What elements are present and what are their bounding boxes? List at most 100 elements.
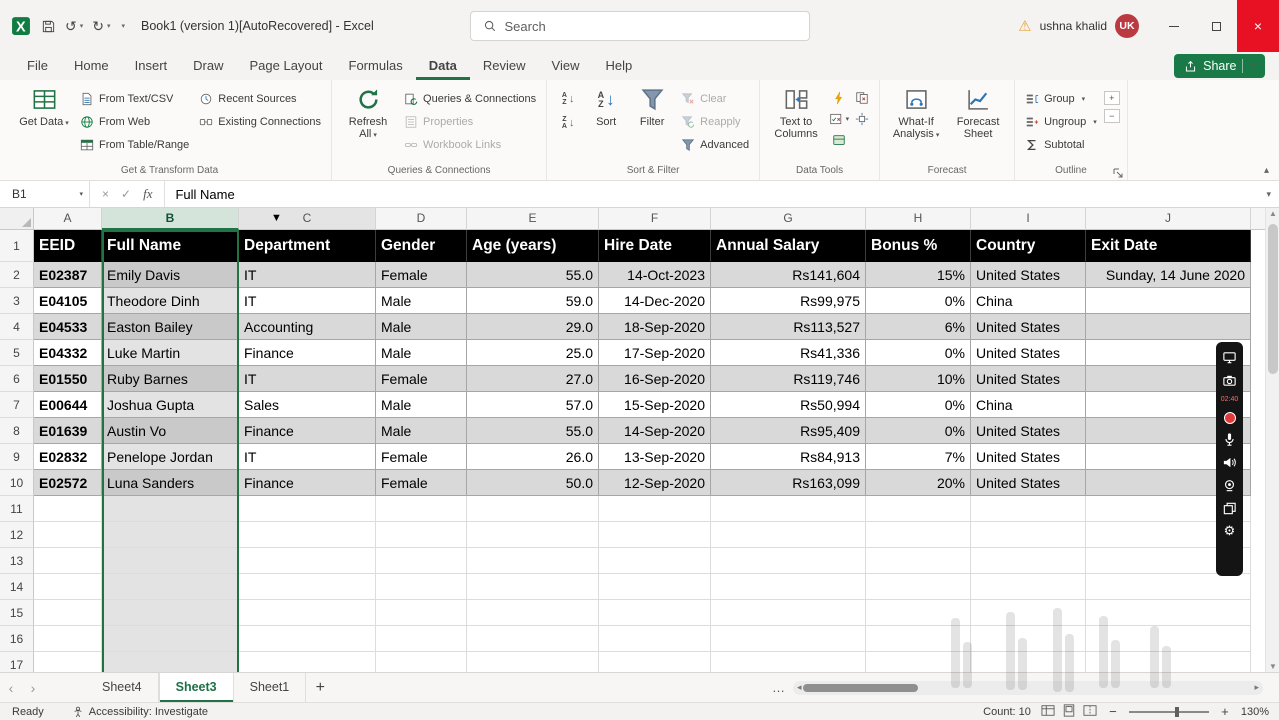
cell-F12[interactable] xyxy=(599,522,711,548)
sheet-tab-sheet1[interactable]: Sheet1 xyxy=(234,673,307,702)
cell-D12[interactable] xyxy=(376,522,467,548)
cell-B4[interactable]: Easton Bailey xyxy=(102,314,239,340)
cell-J4[interactable] xyxy=(1086,314,1251,340)
row-header-11[interactable]: 11 xyxy=(0,496,34,522)
cell-D3[interactable]: Male xyxy=(376,288,467,314)
row-header-5[interactable]: 5 xyxy=(0,340,34,366)
cell-J1[interactable]: Exit Date xyxy=(1086,230,1251,262)
scroll-up-icon[interactable]: ▲ xyxy=(1266,209,1279,218)
cell-A15[interactable] xyxy=(34,600,102,626)
cell-D8[interactable]: Male xyxy=(376,418,467,444)
cell-H4[interactable]: 6% xyxy=(866,314,971,340)
normal-view-button[interactable] xyxy=(1041,704,1055,720)
row-header-16[interactable]: 16 xyxy=(0,626,34,652)
cell-I16[interactable] xyxy=(971,626,1086,652)
cell-I11[interactable] xyxy=(971,496,1086,522)
cell-H15[interactable] xyxy=(866,600,971,626)
select-all-corner[interactable] xyxy=(0,208,34,230)
column-header-J[interactable]: J xyxy=(1086,208,1251,230)
cell-H3[interactable]: 0% xyxy=(866,288,971,314)
customize-qat-button[interactable]: ▾ xyxy=(120,22,126,30)
cell-I6[interactable]: United States xyxy=(971,366,1086,392)
cell-B2[interactable]: Emily Davis xyxy=(102,262,239,288)
cell-F6[interactable]: 16-Sep-2020 xyxy=(599,366,711,392)
cell-A8[interactable]: E01639 xyxy=(34,418,102,444)
cell-A9[interactable]: E02832 xyxy=(34,444,102,470)
undo-button[interactable]: ↺ ▾ xyxy=(65,18,83,35)
row-header-8[interactable]: 8 xyxy=(0,418,34,444)
ribbon-tab-draw[interactable]: Draw xyxy=(180,52,236,80)
ribbon-tab-home[interactable]: Home xyxy=(61,52,122,80)
close-button[interactable]: × xyxy=(1237,0,1279,52)
ribbon-tab-review[interactable]: Review xyxy=(470,52,539,80)
cell-I2[interactable]: United States xyxy=(971,262,1086,288)
from-web-button[interactable]: From Web xyxy=(77,111,192,132)
cell-C13[interactable] xyxy=(239,548,376,574)
maximize-button[interactable] xyxy=(1195,0,1237,52)
gear-icon[interactable]: ⚙ xyxy=(1224,524,1236,537)
sheet-tab-sheet3[interactable]: Sheet3 xyxy=(158,673,234,702)
sheet-tab-sheet4[interactable]: Sheet4 xyxy=(86,673,159,702)
cell-G2[interactable]: Rs141,604 xyxy=(711,262,866,288)
cell-B16[interactable] xyxy=(102,626,239,652)
cell-J3[interactable] xyxy=(1086,288,1251,314)
row-header-3[interactable]: 3 xyxy=(0,288,34,314)
cell-D11[interactable] xyxy=(376,496,467,522)
cell-B14[interactable] xyxy=(102,574,239,600)
row-header-12[interactable]: 12 xyxy=(0,522,34,548)
cell-B12[interactable] xyxy=(102,522,239,548)
vertical-scrollbar[interactable]: ▲ ▼ xyxy=(1265,208,1279,672)
from-text-csv-button[interactable]: From Text/CSV xyxy=(77,88,192,109)
name-box[interactable]: B1 ▾ xyxy=(0,181,90,207)
data-validation-button[interactable]: ▾ xyxy=(829,110,849,128)
cell-G13[interactable] xyxy=(711,548,866,574)
cell-D16[interactable] xyxy=(376,626,467,652)
advanced-filter-button[interactable]: Advanced xyxy=(678,134,752,155)
cell-J16[interactable] xyxy=(1086,626,1251,652)
cell-B17[interactable] xyxy=(102,652,239,672)
ribbon-tab-insert[interactable]: Insert xyxy=(122,52,181,80)
scroll-right-icon[interactable]: ▸ xyxy=(1254,682,1259,693)
zoom-slider[interactable] xyxy=(1128,706,1209,717)
cell-F5[interactable]: 17-Sep-2020 xyxy=(599,340,711,366)
cell-A10[interactable]: E02572 xyxy=(34,470,102,496)
cell-C2[interactable]: IT xyxy=(239,262,376,288)
cell-F7[interactable]: 15-Sep-2020 xyxy=(599,392,711,418)
row-header-10[interactable]: 10 xyxy=(0,470,34,496)
cell-A4[interactable]: E04533 xyxy=(34,314,102,340)
cell-B6[interactable]: Ruby Barnes xyxy=(102,366,239,392)
hide-detail-button[interactable]: − xyxy=(1103,109,1120,123)
cell-B15[interactable] xyxy=(102,600,239,626)
cell-G4[interactable]: Rs113,527 xyxy=(711,314,866,340)
cell-I1[interactable]: Country xyxy=(971,230,1086,262)
cell-B10[interactable]: Luna Sanders xyxy=(102,470,239,496)
cell-D17[interactable] xyxy=(376,652,467,672)
cell-D15[interactable] xyxy=(376,600,467,626)
sort-ascending-button[interactable]: A Z ↓ xyxy=(554,88,582,110)
cell-A16[interactable] xyxy=(34,626,102,652)
cell-G5[interactable]: Rs41,336 xyxy=(711,340,866,366)
page-break-view-button[interactable] xyxy=(1083,704,1097,720)
redo-button[interactable]: ↻ ▾ xyxy=(92,18,110,35)
cell-D10[interactable]: Female xyxy=(376,470,467,496)
scroll-down-icon[interactable]: ▼ xyxy=(1266,662,1279,671)
cell-F2[interactable]: 14-Oct-2023 xyxy=(599,262,711,288)
horizontal-scroll-thumb[interactable] xyxy=(803,683,918,692)
cell-A17[interactable] xyxy=(34,652,102,672)
cell-H7[interactable]: 0% xyxy=(866,392,971,418)
save-button[interactable] xyxy=(41,19,56,34)
cell-J2[interactable]: Sunday, 14 June 2020 xyxy=(1086,262,1251,288)
cell-I7[interactable]: China xyxy=(971,392,1086,418)
cell-I15[interactable] xyxy=(971,600,1086,626)
cell-E8[interactable]: 55.0 xyxy=(467,418,599,444)
cell-D6[interactable]: Female xyxy=(376,366,467,392)
cell-B5[interactable]: Luke Martin xyxy=(102,340,239,366)
cell-H17[interactable] xyxy=(866,652,971,672)
row-header-7[interactable]: 7 xyxy=(0,392,34,418)
cell-A11[interactable] xyxy=(34,496,102,522)
cell-C8[interactable]: Finance xyxy=(239,418,376,444)
column-header-B[interactable]: B xyxy=(102,208,239,230)
cell-J14[interactable] xyxy=(1086,574,1251,600)
cell-G15[interactable] xyxy=(711,600,866,626)
cell-A12[interactable] xyxy=(34,522,102,548)
